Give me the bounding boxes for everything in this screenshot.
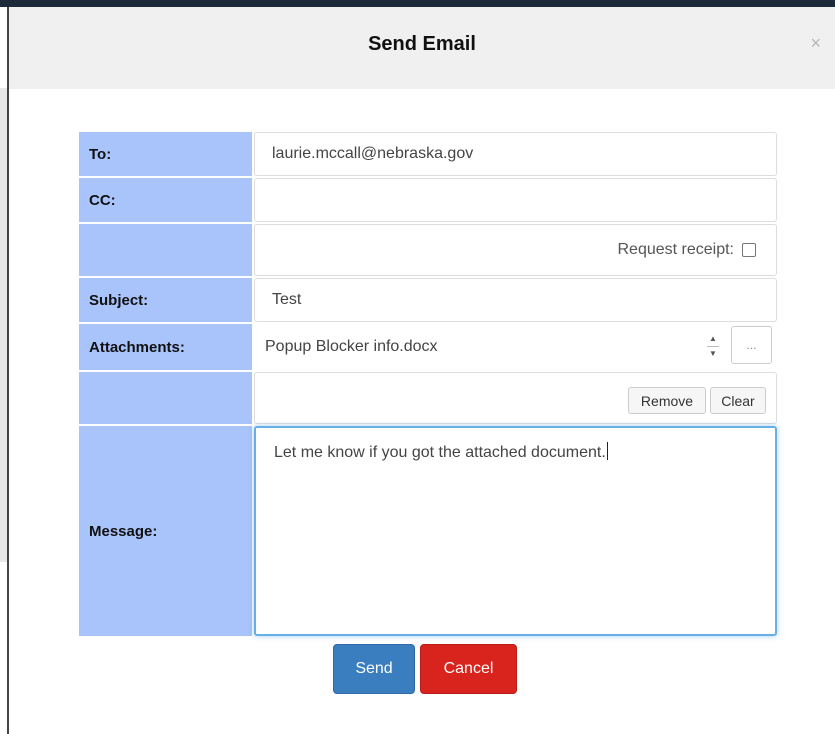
receipt-label-cell (79, 224, 253, 276)
chevron-down-icon[interactable]: ▼ (709, 349, 717, 359)
cc-field-wrap (254, 178, 777, 222)
subject-field[interactable] (255, 279, 776, 321)
attachments-label: Attachments: (79, 324, 253, 370)
spinner-divider (707, 345, 719, 347)
message-label: Message: (79, 426, 253, 636)
clear-button[interactable]: Clear (710, 387, 766, 414)
attachments-list[interactable]: Popup Blocker info.docx (254, 324, 730, 370)
message-text: Let me know if you got the attached docu… (274, 444, 606, 461)
attachment-actions-label-cell (79, 372, 253, 424)
message-textarea[interactable]: Let me know if you got the attached docu… (254, 426, 777, 636)
attachment-actions-cell: Remove Clear (254, 372, 777, 424)
cc-label: CC: (79, 178, 253, 222)
dialog-header: Send Email × (9, 7, 835, 89)
cancel-button[interactable]: Cancel (420, 644, 517, 694)
browse-button[interactable]: ... (731, 326, 772, 364)
window-top-edge (0, 0, 835, 7)
send-email-dialog: Send Email × To: CC: Request receipt: (9, 7, 835, 734)
attachments-row: Attachments: Popup Blocker info.docx ▲ ▼… (79, 324, 777, 370)
window-left-backdrop (0, 88, 7, 562)
to-field[interactable] (255, 133, 776, 175)
subject-row: Subject: (79, 278, 777, 322)
subject-label: Subject: (79, 278, 253, 322)
attachment-actions-row: Remove Clear (79, 372, 777, 424)
to-row: To: (79, 132, 777, 176)
receipt-cell: Request receipt: (254, 224, 777, 276)
attachments-scroll[interactable]: ▲ ▼ (702, 327, 724, 365)
dialog-title: Send Email (368, 33, 476, 55)
to-field-wrap (254, 132, 777, 176)
cc-field[interactable] (255, 179, 776, 221)
chevron-up-icon[interactable]: ▲ (709, 334, 717, 344)
subject-field-wrap (254, 278, 777, 322)
receipt-label: Request receipt: (617, 241, 734, 258)
to-label: To: (79, 132, 253, 176)
cc-row: CC: (79, 178, 777, 222)
remove-button[interactable]: Remove (628, 387, 706, 414)
receipt-wrap: Request receipt: (617, 225, 756, 275)
attachment-item[interactable]: Popup Blocker info.docx (265, 338, 438, 356)
message-row: Message: Let me know if you got the atta… (79, 426, 777, 636)
request-receipt-checkbox[interactable] (742, 243, 756, 257)
attachments-cell: Popup Blocker info.docx ▲ ▼ ... (254, 324, 777, 370)
send-button[interactable]: Send (333, 644, 415, 694)
close-icon[interactable]: × (810, 34, 821, 52)
text-cursor (606, 442, 608, 460)
receipt-row: Request receipt: (79, 224, 777, 276)
